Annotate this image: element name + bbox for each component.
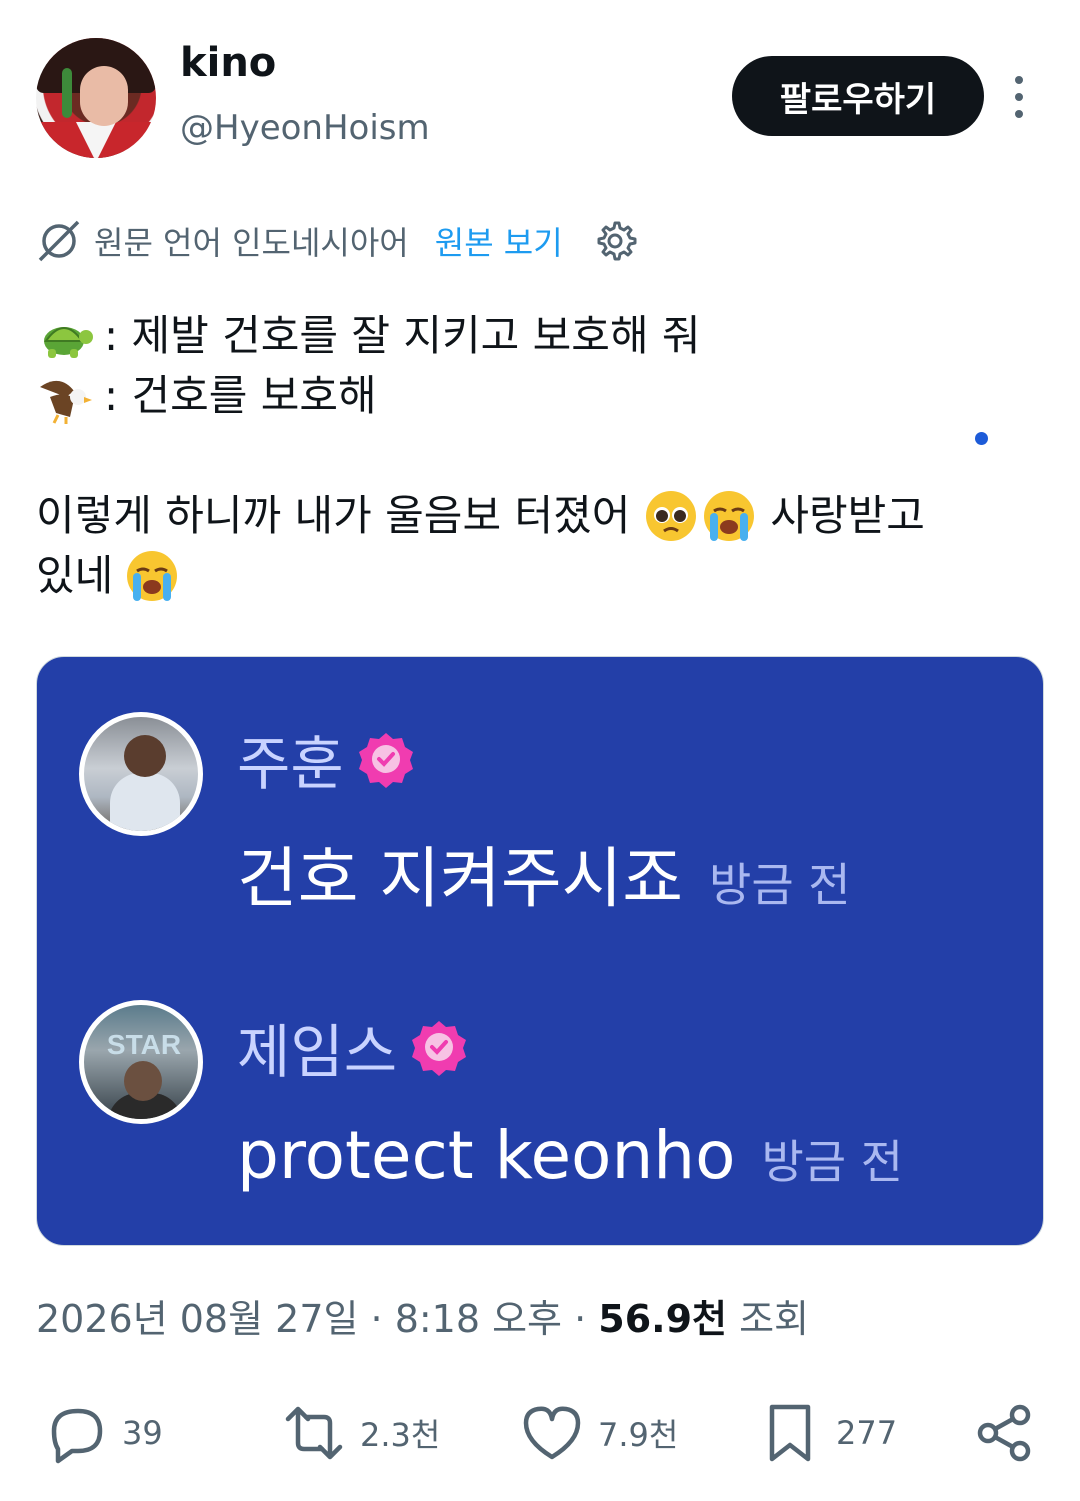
tweet-text-line2: : 건호를 보호해	[104, 371, 377, 420]
comment-avatar	[79, 712, 203, 836]
tweet-text-line1: : 제발 건호를 잘 지키고 보호해 줘	[104, 311, 701, 360]
avatar-sign-text: STAR	[106, 1029, 182, 1060]
reply-button[interactable]: 39	[44, 1398, 163, 1468]
crying-face-emoji-icon	[704, 491, 755, 541]
translation-bar: 원문 언어 인도네시아어 원본 보기	[36, 216, 637, 266]
more-options-icon[interactable]	[1004, 72, 1034, 122]
views-label: 조회	[726, 1297, 809, 1341]
translation-source-text: 원문 언어 인도네시아어	[94, 224, 409, 262]
eagle-emoji-icon	[40, 380, 92, 424]
like-button[interactable]: 7.9천	[520, 1398, 678, 1468]
share-button[interactable]	[972, 1398, 1050, 1468]
comment-avatar: STAR	[79, 1000, 203, 1124]
comment-author-name: 주훈	[237, 730, 344, 798]
user-handle[interactable]: @HyeonHoism	[180, 108, 430, 148]
comment-author-name: 제임스	[237, 1018, 398, 1086]
tweet-meta: 2026년 08월 27일 · 8:18 오후 · 56.9천 조회	[36, 1288, 809, 1343]
verified-badge-icon	[358, 733, 413, 788]
follow-button[interactable]: 팔로우하기	[732, 56, 984, 136]
comment-time: 방금 전	[761, 1135, 904, 1189]
user-avatar[interactable]	[36, 38, 156, 158]
crying-face-emoji-icon	[127, 551, 178, 601]
tweet-line-4: 있네	[36, 546, 181, 606]
indicator-dot	[975, 432, 988, 445]
comment-text: protect keonho	[237, 1117, 736, 1194]
comment-message: protect keonho 방금 전	[237, 1117, 903, 1194]
heart-icon	[523, 1406, 581, 1460]
views-count: 56.9천	[598, 1297, 727, 1341]
reply-count: 39	[122, 1414, 163, 1452]
tweet-line-1: : 제발 건호를 잘 지키고 보호해 줘	[36, 306, 701, 366]
repost-button[interactable]: 2.3천	[282, 1398, 440, 1468]
verified-badge-icon	[412, 1021, 467, 1076]
pleading-face-emoji-icon	[646, 491, 697, 541]
bookmark-count: 277	[836, 1414, 898, 1452]
comment-message: 건호 지켜주시죠 방금 전	[237, 825, 851, 921]
attached-image[interactable]: 주훈 건호 지켜주시죠 방금 전 STAR 제임스 protect keonho…	[36, 656, 1044, 1246]
tweet-text-line3b: 사랑받고	[770, 491, 925, 540]
repost-count: 2.3천	[360, 1416, 441, 1454]
comment-author: 주훈	[237, 717, 416, 801]
tweet-line-2: : 건호를 보호해	[36, 366, 377, 426]
bookmark-icon	[769, 1404, 811, 1462]
comment-time: 방금 전	[709, 858, 851, 912]
tweet-header: kino @HyeonHoism 팔로우하기	[0, 0, 1080, 170]
comment-author: 제임스	[237, 1005, 469, 1089]
reply-icon	[51, 1408, 103, 1464]
tweet-text-line4: 있네	[36, 551, 114, 600]
display-name[interactable]: kino	[180, 40, 276, 86]
repost-icon	[285, 1406, 343, 1460]
share-icon	[977, 1404, 1031, 1462]
tweet-text-line3a: 이렇게 하니까 내가 울음보 터졌어	[36, 491, 631, 540]
tweet-line-3: 이렇게 하니까 내가 울음보 터졌어 사랑받고	[36, 486, 925, 546]
turtle-emoji-icon	[44, 327, 93, 358]
tweet-actions-bar: 39 2.3천 7.9천 277	[0, 1398, 1080, 1468]
tweet-timestamp[interactable]: 2026년 08월 27일 · 8:18 오후 ·	[36, 1297, 598, 1341]
bookmark-button[interactable]: 277	[758, 1398, 897, 1468]
translate-icon	[38, 220, 80, 262]
like-count: 7.9천	[598, 1416, 679, 1454]
comment-text: 건호 지켜주시죠	[237, 840, 684, 917]
show-original-link[interactable]: 원본 보기	[435, 218, 563, 264]
gear-icon[interactable]	[593, 219, 637, 263]
